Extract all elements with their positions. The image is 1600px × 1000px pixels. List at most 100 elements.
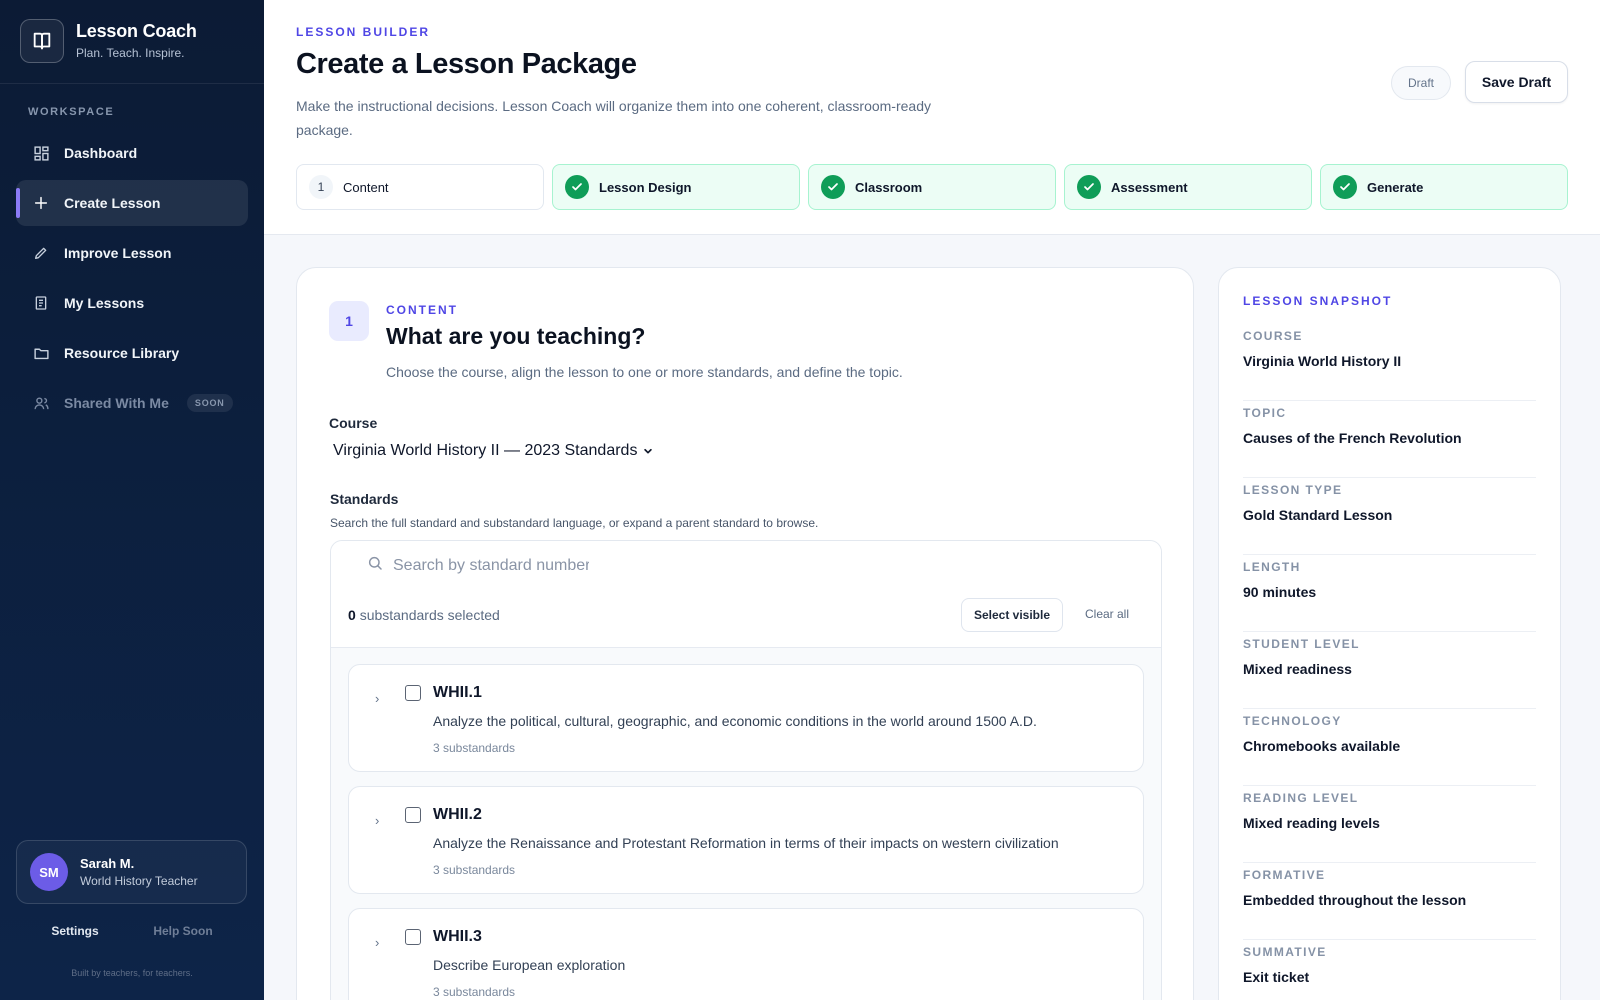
chevron-down-icon <box>643 446 653 456</box>
settings-link[interactable]: Settings <box>51 924 98 938</box>
standard-item[interactable]: › WHII.3 Describe European exploration 3… <box>348 908 1144 1000</box>
step-generate[interactable]: Generate <box>1320 164 1568 210</box>
standards-label: Standards <box>330 491 399 507</box>
snapshot-value: Exit ticket <box>1243 969 1310 985</box>
sidebar-item-resource-library[interactable]: Resource Library <box>16 330 248 376</box>
sidebar-item-label: Shared With Me <box>64 395 169 411</box>
sidebar-item-dashboard[interactable]: Dashboard <box>16 130 248 176</box>
snapshot-key: TOPIC <box>1243 406 1287 420</box>
substandard-count: 3 substandards <box>433 985 516 999</box>
snapshot-row: SUMMATIVE Exit ticket <box>1243 940 1536 1000</box>
check-icon <box>821 175 845 199</box>
dashboard-icon <box>32 144 50 162</box>
sidebar-item-my-lessons[interactable]: My Lessons <box>16 280 248 326</box>
course-select[interactable]: Virginia World History II — 2023 Standar… <box>333 442 653 460</box>
chevron-right-icon[interactable]: › <box>375 935 379 950</box>
snapshot-value: 90 minutes <box>1243 584 1317 600</box>
step-lesson-design[interactable]: Lesson Design <box>552 164 800 210</box>
snapshot-list: COURSE Virginia World History II TOPIC Cau… <box>1243 324 1536 1000</box>
standard-checkbox[interactable] <box>405 929 421 945</box>
selected-count: 0 substandards selected <box>348 607 500 623</box>
step-assessment[interactable]: Assessment <box>1064 164 1312 210</box>
step-content[interactable]: 1 Content <box>296 164 544 210</box>
step-label: Classroom <box>855 179 923 195</box>
standard-description: Describe European exploration <box>433 957 626 973</box>
sidebar-item-label: Dashboard <box>64 145 138 161</box>
check-icon <box>565 175 589 199</box>
snapshot-value: Mixed reading levels <box>1243 815 1380 831</box>
plus-icon <box>32 194 50 212</box>
course-select-value: Virginia World History II — 2023 Standar… <box>333 442 638 459</box>
page-title: Create a Lesson Package <box>296 48 637 80</box>
step-label: Lesson Design <box>599 179 692 195</box>
standard-item[interactable]: › WHII.1 Analyze the political, cultural… <box>348 664 1144 772</box>
chevron-right-icon[interactable]: › <box>375 813 379 828</box>
standard-code: WHII.3 <box>433 928 482 945</box>
course-label: Course <box>329 415 378 431</box>
standard-description: Analyze the Renaissance and Protestant R… <box>433 835 1059 851</box>
step-classroom[interactable]: Classroom <box>808 164 1056 210</box>
soon-badge: SOON <box>186 394 233 412</box>
snapshot-key: STUDENT LEVEL <box>1243 637 1360 651</box>
snapshot-row: FORMATIVE Embedded throughout the lesson <box>1243 863 1536 940</box>
section-description: Choose the course, align the lesson to o… <box>386 364 903 380</box>
step-label: Generate <box>1367 179 1424 195</box>
folder-icon <box>32 344 50 362</box>
check-icon <box>1077 175 1101 199</box>
substandard-count: 3 substandards <box>433 863 516 877</box>
user-card[interactable]: SM Sarah M. World History Teacher <box>16 840 247 904</box>
status-badge: Draft <box>1391 66 1452 100</box>
standards-toolbar: 0 substandards selected Select visible C… <box>331 541 1161 648</box>
snapshot-value: Mixed readiness <box>1243 661 1352 677</box>
sidebar-item-improve-lesson[interactable]: Improve Lesson <box>16 230 248 276</box>
snapshot-row: TOPIC Causes of the French Revolution <box>1243 401 1536 478</box>
snapshot-key: LESSON TYPE <box>1243 483 1343 497</box>
content-card: 1 CONTENT What are you teaching? Choose … <box>296 267 1194 1000</box>
check-icon <box>1333 175 1357 199</box>
save-draft-button[interactable]: Save Draft <box>1465 61 1568 103</box>
sidebar: Lesson Coach Plan. Teach. Inspire. WORKS… <box>0 0 264 1000</box>
standard-item[interactable]: › WHII.2 Analyze the Renaissance and Pro… <box>348 786 1144 894</box>
sidebar-item-shared-with-me: Shared With Me SOON <box>16 380 248 426</box>
clear-all-button[interactable]: Clear all <box>1085 607 1129 621</box>
standards-search-input[interactable] <box>393 556 589 575</box>
snapshot-key: READING LEVEL <box>1243 791 1359 805</box>
sidebar-item-label: Create Lesson <box>64 195 161 211</box>
step-number: 1 <box>309 175 333 199</box>
page-header: LESSON BUILDER Create a Lesson Package M… <box>264 0 1600 235</box>
select-visible-button[interactable]: Select visible <box>961 598 1063 632</box>
snapshot-key: COURSE <box>1243 329 1303 343</box>
snapshot-row: COURSE Virginia World History II <box>1243 324 1536 401</box>
lesson-snapshot: LESSON SNAPSHOT COURSE Virginia World His… <box>1218 267 1561 1000</box>
avatar: SM <box>30 853 68 891</box>
snapshot-value: Causes of the French Revolution <box>1243 430 1462 446</box>
standard-checkbox[interactable] <box>405 807 421 823</box>
book-icon <box>20 18 64 63</box>
help-link: Help Soon <box>153 924 213 938</box>
search-icon <box>367 555 383 576</box>
snapshot-value: Gold Standard Lesson <box>1243 507 1393 523</box>
chevron-right-icon[interactable]: › <box>375 691 379 706</box>
standards-hint: Search the full standard and substandard… <box>330 516 819 530</box>
snapshot-value: Embedded throughout the lesson <box>1243 892 1467 908</box>
header-eyebrow: LESSON BUILDER <box>296 25 431 39</box>
brand[interactable]: Lesson Coach Plan. Teach. Inspire. <box>0 0 264 84</box>
snapshot-row: LESSON TYPE Gold Standard Lesson <box>1243 478 1536 555</box>
standard-checkbox[interactable] <box>405 685 421 701</box>
pencil-icon <box>32 244 50 262</box>
sidebar-item-label: My Lessons <box>64 295 145 311</box>
sidebar-item-label: Improve Lesson <box>64 245 172 261</box>
snapshot-value: Chromebooks available <box>1243 738 1401 754</box>
snapshot-row: STUDENT LEVEL Mixed readiness <box>1243 632 1536 709</box>
user-name: Sarah M. <box>80 856 135 871</box>
users-icon <box>32 394 50 412</box>
step-label: Content <box>343 179 389 195</box>
brand-tagline: Plan. Teach. Inspire. <box>76 46 185 60</box>
selected-count-number: 0 <box>348 607 356 623</box>
standards-panel: 0 substandards selected Select visible C… <box>330 540 1162 1000</box>
workspace-label: WORKSPACE <box>28 106 115 118</box>
sidebar-footer: Settings Help Soon <box>0 924 264 938</box>
snapshot-row: TECHNOLOGY Chromebooks available <box>1243 709 1536 786</box>
sidebar-item-create-lesson[interactable]: Create Lesson <box>16 180 248 226</box>
page-description: Make the instructional decisions. Lesson… <box>296 98 931 138</box>
